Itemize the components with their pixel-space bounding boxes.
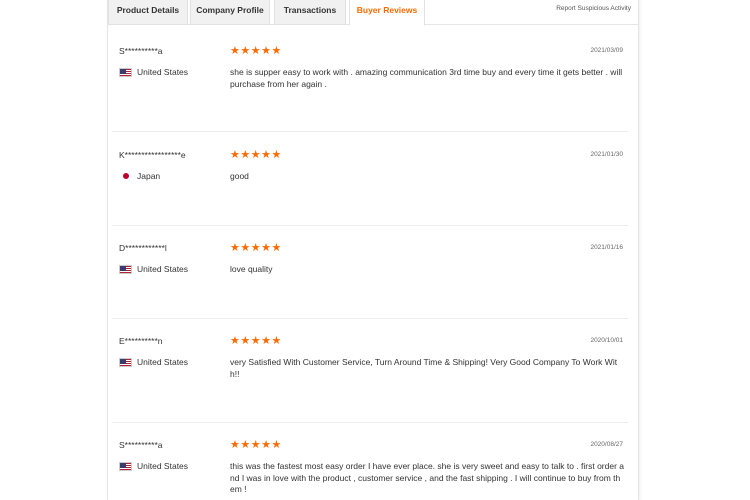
rating-stars: ★★★★★ <box>230 45 282 57</box>
reviewer-name: S**********a <box>119 440 163 450</box>
rating-stars: ★★★★★ <box>230 439 282 451</box>
review-divider <box>112 422 628 423</box>
report-suspicious-activity-link[interactable]: Report Suspicious Activity <box>556 5 631 12</box>
jp-flag-icon <box>119 171 132 181</box>
country-label: United States <box>137 461 189 471</box>
reviewer-country: Japan <box>119 171 160 181</box>
tab-product-details[interactable]: Product Details <box>108 0 188 25</box>
review-comment: love quality <box>230 264 273 274</box>
reviewer-country: United States <box>119 461 188 471</box>
review-item: S**********a United States ★★★★★ 2020/08… <box>108 440 628 500</box>
tab-buyer-reviews[interactable]: Buyer Reviews <box>349 0 425 26</box>
us-flag-icon <box>119 264 132 274</box>
country-label: United States <box>137 357 189 367</box>
review-date: 2020/10/01 <box>590 337 623 344</box>
buyer-reviews-panel: Product Details Company Profile Transact… <box>107 0 639 500</box>
review-comment: this was the fastest most easy order I h… <box>230 461 625 494</box>
tab-bar: Product Details Company Profile Transact… <box>108 0 638 26</box>
reviewer-country: United States <box>119 264 188 274</box>
country-label: United States <box>137 264 189 274</box>
rating-stars: ★★★★★ <box>230 149 282 161</box>
us-flag-icon <box>119 357 132 367</box>
review-comment: she is supper easy to work with . amazin… <box>230 67 623 89</box>
review-divider <box>112 131 628 132</box>
rating-stars: ★★★★★ <box>230 335 282 347</box>
review-comment: good <box>230 171 249 181</box>
reviewer-name: E**********n <box>119 336 163 346</box>
country-label: Japan <box>137 171 161 181</box>
reviewer-country: United States <box>119 67 188 77</box>
review-date: 2021/01/30 <box>590 151 623 158</box>
review-comment: very Satisfied With Customer Service, Tu… <box>230 357 618 379</box>
country-label: United States <box>137 67 189 77</box>
review-date: 2021/03/09 <box>590 47 623 54</box>
us-flag-icon <box>119 67 132 77</box>
tab-transactions[interactable]: Transactions <box>274 0 346 25</box>
review-item: K*****************e Japan ★★★★★ 2021/01/… <box>108 150 628 226</box>
reviewer-country: United States <box>119 357 188 367</box>
review-item: D************l United States ★★★★★ 2021/… <box>108 243 628 319</box>
tab-company-profile[interactable]: Company Profile <box>190 0 270 25</box>
reviewer-name: S**********a <box>119 46 163 56</box>
us-flag-icon <box>119 461 132 471</box>
review-item: E**********n United States ★★★★★ 2020/10… <box>108 336 628 424</box>
reviewer-name: K*****************e <box>119 150 186 160</box>
review-item: S**********a United States ★★★★★ 2021/03… <box>108 46 628 132</box>
review-divider <box>112 318 628 319</box>
rating-stars: ★★★★★ <box>230 242 282 254</box>
reviewer-name: D************l <box>119 243 167 253</box>
review-divider <box>112 225 628 226</box>
review-date: 2021/01/16 <box>590 244 623 251</box>
review-date: 2020/08/27 <box>590 441 623 448</box>
